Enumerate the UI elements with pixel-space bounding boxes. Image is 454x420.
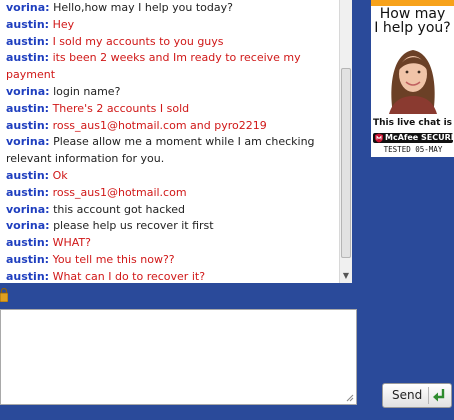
message-sender: austin: [6, 168, 50, 182]
scroll-down-arrow-icon[interactable]: ▼ [340, 269, 352, 283]
chat-message: austin: Ok [6, 168, 340, 185]
message-text: Ok [52, 168, 68, 182]
message-text: its been 2 weeks and Im ready to receive… [6, 51, 301, 82]
chat-message: vorina: this account got hacked [6, 202, 340, 219]
message-text: ross_aus1@hotmail.com and pyro2219 [52, 118, 267, 132]
message-text: this account got hacked [53, 202, 185, 216]
transcript-scrollbar[interactable]: ▼ [339, 0, 352, 283]
chat-message: austin: I sold my accounts to you guys [6, 34, 340, 51]
send-button-divider [428, 387, 429, 404]
message-text: There's 2 accounts I sold [52, 101, 190, 115]
status-bar [0, 283, 362, 308]
chat-message: austin: its been 2 weeks and Im ready to… [6, 50, 340, 84]
shield-icon [375, 133, 383, 143]
message-text: Please allow me a moment while I am chec… [6, 135, 315, 166]
message-text: I sold my accounts to you guys [52, 34, 224, 48]
message-sender: austin: [6, 118, 50, 132]
message-sender: austin: [6, 252, 50, 266]
message-sender: austin: [6, 236, 50, 250]
chat-message: austin: WHAT? [6, 235, 340, 252]
message-text: You tell me this now?? [52, 252, 175, 266]
message-list: vorina: Hello,how may I help you today? a… [6, 0, 340, 283]
promo-headline-line2: I help you? [374, 20, 451, 36]
message-sender: vorina: [6, 1, 50, 14]
chat-message: vorina: Please allow me a moment while I… [6, 134, 340, 168]
message-text: What can I do to recover it? [52, 269, 206, 283]
enter-arrow-icon [433, 389, 445, 402]
message-text: Hey [52, 17, 75, 31]
message-input[interactable] [0, 309, 357, 405]
message-sender: vorina: [6, 135, 50, 149]
message-sender: austin: [6, 17, 50, 31]
promo-note: This live chat is [372, 118, 453, 128]
send-button-label: Send [392, 388, 423, 402]
scrollbar-thumb[interactable] [341, 68, 351, 258]
chat-message: austin: ross_aus1@hotmail.com and pyro22… [6, 118, 340, 135]
mcafee-secure-badge[interactable]: McAfee SECURE [373, 133, 453, 143]
message-sender: austin: [6, 185, 50, 199]
agent-photo [375, 40, 451, 114]
message-sender: austin: [6, 34, 50, 48]
chat-message: austin: What can I do to recover it? [6, 269, 340, 283]
chat-message: austin: Hey [6, 17, 340, 34]
resize-grip-icon[interactable] [344, 392, 354, 402]
chat-message: austin: There's 2 accounts I sold [6, 101, 340, 118]
chat-message: vorina: please help us recover it first [6, 218, 340, 235]
message-text: login name? [53, 84, 121, 98]
message-sender: vorina: [6, 219, 50, 233]
message-sender: vorina: [6, 84, 50, 98]
chat-promo-panel: How may I help you? This live chat is Mc… [371, 0, 454, 157]
mcafee-label: McAfee SECURE [385, 133, 453, 142]
message-text: please help us recover it first [53, 219, 214, 233]
mcafee-tested-date: TESTED 05-MAY [383, 145, 443, 154]
message-text: WHAT? [52, 236, 91, 250]
message-sender: austin: [6, 51, 50, 65]
chat-message: austin: You tell me this now?? [6, 252, 340, 269]
promo-headline-line1: How may [379, 6, 446, 22]
chat-message: austin: ross_aus1@hotmail.com [6, 185, 340, 202]
chat-transcript: vorina: Hello,how may I help you today? a… [0, 0, 352, 283]
send-button[interactable]: Send [382, 383, 452, 408]
message-sender: vorina: [6, 202, 50, 216]
message-text: Hello,how may I help you today? [53, 1, 233, 14]
message-sender: austin: [6, 101, 50, 115]
chat-message: vorina: login name? [6, 84, 340, 101]
message-text: ross_aus1@hotmail.com [52, 185, 187, 199]
chat-message: vorina: Hello,how may I help you today? [6, 0, 340, 17]
lock-icon [0, 288, 8, 302]
promo-headline: How may I help you? [371, 7, 454, 35]
message-sender: austin: [6, 269, 50, 283]
